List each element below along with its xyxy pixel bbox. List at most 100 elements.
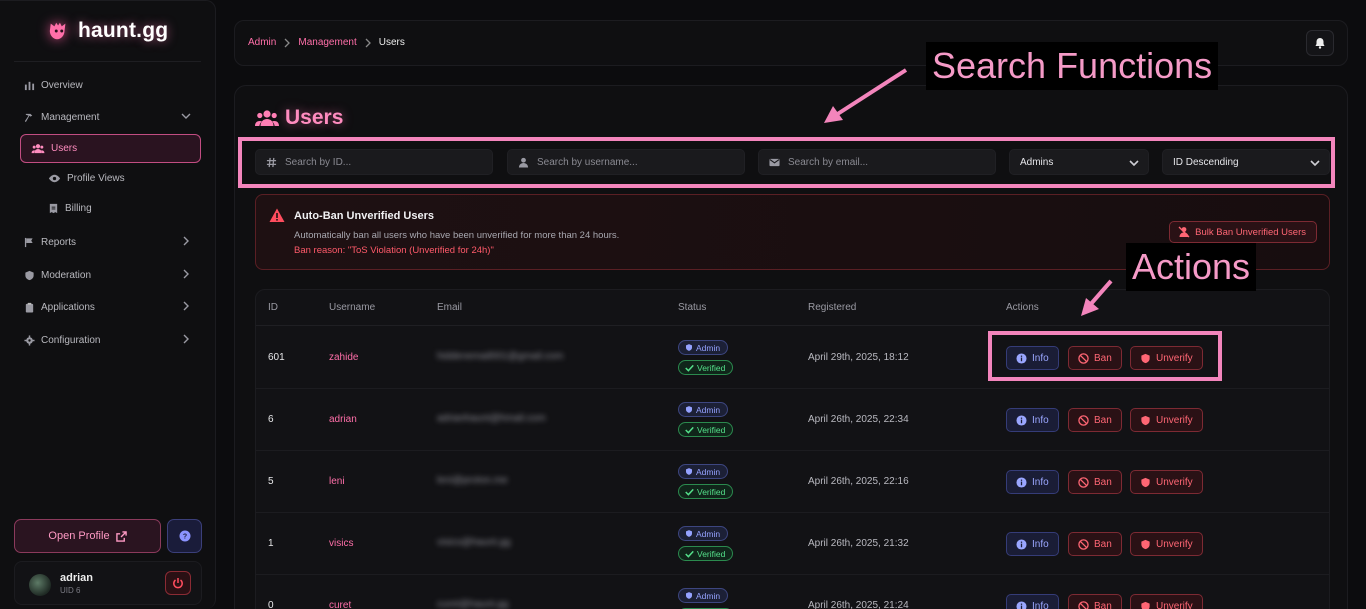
warning-triangle-icon — [269, 208, 285, 222]
chevron-right-icon — [183, 236, 189, 246]
breadcrumb-admin[interactable]: Admin — [248, 37, 276, 48]
admin-badge-label: Admin — [696, 342, 721, 353]
user-slash-icon — [1178, 226, 1190, 238]
sidebar-item-overview[interactable]: Overview — [14, 72, 201, 98]
info-button[interactable]: Info — [1006, 532, 1059, 556]
svg-text:?: ? — [182, 534, 186, 541]
unverify-button[interactable]: Unverify — [1130, 532, 1203, 556]
open-profile-label: Open Profile — [48, 530, 110, 542]
unverify-label: Unverify — [1156, 476, 1193, 488]
cell-username[interactable]: curet — [329, 600, 351, 609]
sidebar-item-label: Billing — [65, 202, 92, 214]
unverify-button[interactable]: Unverify — [1130, 470, 1203, 494]
actions-callout: Actions — [1126, 243, 1257, 291]
page-title: Users — [255, 106, 343, 130]
col-header-username[interactable]: Username — [329, 302, 375, 313]
sidebar-item-label: Profile Views — [67, 172, 125, 184]
table-row: 1 visics visics@haunt.gg Admin Verified April… — [256, 513, 1329, 575]
logout-button[interactable] — [165, 571, 191, 595]
verified-badge: Verified — [678, 484, 734, 499]
sidebar-item-label: Overview — [41, 79, 83, 91]
cell-username[interactable]: leni — [329, 476, 345, 487]
col-header-registered[interactable]: Registered — [808, 302, 856, 313]
info-label: Info — [1032, 600, 1049, 609]
bulk-ban-label: Bulk Ban Unverified Users — [1195, 226, 1306, 238]
info-button[interactable]: Info — [1006, 470, 1059, 494]
cell-username[interactable]: visics — [329, 538, 353, 549]
alert-title: Auto-Ban Unverified Users — [294, 210, 434, 222]
receipt-icon — [49, 203, 58, 213]
ban-button[interactable]: Ban — [1068, 532, 1122, 556]
bulk-ban-button[interactable]: Bulk Ban Unverified Users — [1169, 221, 1317, 243]
avatar[interactable] — [29, 574, 51, 596]
notifications-button[interactable] — [1306, 30, 1334, 56]
sidebar-item-moderation[interactable]: Moderation — [14, 262, 201, 288]
col-header-id[interactable]: ID — [268, 302, 278, 313]
ban-button[interactable]: Ban — [1068, 594, 1122, 609]
shield-icon — [1141, 539, 1150, 549]
info-circle-icon — [1016, 476, 1027, 488]
info-circle-icon — [1016, 414, 1027, 426]
check-icon — [685, 550, 694, 558]
ban-icon — [1078, 600, 1089, 609]
check-icon — [685, 426, 694, 434]
chevron-right-icon — [183, 334, 189, 344]
shield-icon — [686, 530, 692, 537]
user-name: adrian — [60, 572, 94, 584]
ban-button[interactable]: Ban — [1068, 470, 1122, 494]
breadcrumb-management[interactable]: Management — [298, 37, 356, 48]
external-link-icon — [115, 530, 127, 542]
brand[interactable]: haunt.gg — [48, 19, 168, 43]
col-header-status[interactable]: Status — [678, 302, 706, 313]
sidebar-item-label: Applications — [41, 301, 95, 313]
cell-id: 6 — [268, 414, 274, 425]
sidebar-item-label: Reports — [41, 236, 77, 248]
unverify-button[interactable]: Unverify — [1130, 594, 1203, 609]
gear-icon — [24, 334, 35, 346]
sidebar-item-billing[interactable]: Billing — [38, 195, 201, 221]
sidebar-item-label: Moderation — [41, 269, 92, 281]
admin-badge: Admin — [678, 526, 729, 541]
sidebar-item-applications[interactable]: Applications — [14, 294, 201, 320]
eye-icon — [48, 174, 61, 182]
unverify-button[interactable]: Unverify — [1130, 408, 1203, 432]
shield-icon — [686, 344, 692, 351]
ban-icon — [1078, 538, 1089, 550]
info-button[interactable]: Info — [1006, 594, 1059, 609]
col-header-actions: Actions — [1006, 302, 1039, 313]
help-button[interactable]: ? — [167, 519, 202, 553]
shield-icon — [25, 270, 34, 280]
admin-badge: Admin — [678, 402, 729, 417]
sidebar-item-management[interactable]: Management — [14, 104, 201, 130]
cell-email: hiddenemail001@gmail.com — [437, 351, 564, 362]
verified-badge-label: Verified — [697, 362, 726, 373]
cell-registered: April 29th, 2025, 18:12 — [808, 352, 909, 363]
shield-icon — [1141, 415, 1150, 425]
sidebar-item-configuration[interactable]: Configuration — [14, 327, 201, 353]
shield-icon — [1141, 601, 1150, 609]
breadcrumb: Admin Management Users — [248, 37, 405, 48]
users-icon — [255, 110, 279, 126]
verified-badge-label: Verified — [697, 424, 726, 435]
shield-icon — [686, 592, 692, 599]
admin-badge-label: Admin — [696, 528, 721, 539]
check-icon — [685, 488, 694, 496]
breadcrumb-users: Users — [378, 37, 405, 48]
cell-username[interactable]: adrian — [329, 414, 357, 425]
sidebar-item-reports[interactable]: Reports — [14, 229, 201, 255]
cell-id: 0 — [268, 600, 274, 609]
open-profile-button[interactable]: Open Profile — [14, 519, 161, 553]
page-title-text: Users — [285, 106, 344, 129]
info-label: Info — [1032, 476, 1049, 488]
col-header-email[interactable]: Email — [437, 302, 462, 313]
ban-label: Ban — [1094, 600, 1112, 609]
sidebar-item-profile-views[interactable]: Profile Views — [38, 165, 201, 191]
flag-icon — [24, 237, 33, 247]
ban-button[interactable]: Ban — [1068, 408, 1122, 432]
info-button[interactable]: Info — [1006, 408, 1059, 432]
cell-username[interactable]: zahide — [329, 352, 358, 363]
app-root: haunt.gg Overview Management Users Profi… — [0, 0, 1366, 609]
cell-registered: April 26th, 2025, 22:34 — [808, 414, 909, 425]
user-uid: UID 6 — [60, 586, 81, 595]
sidebar-item-users[interactable]: Users — [20, 134, 201, 163]
